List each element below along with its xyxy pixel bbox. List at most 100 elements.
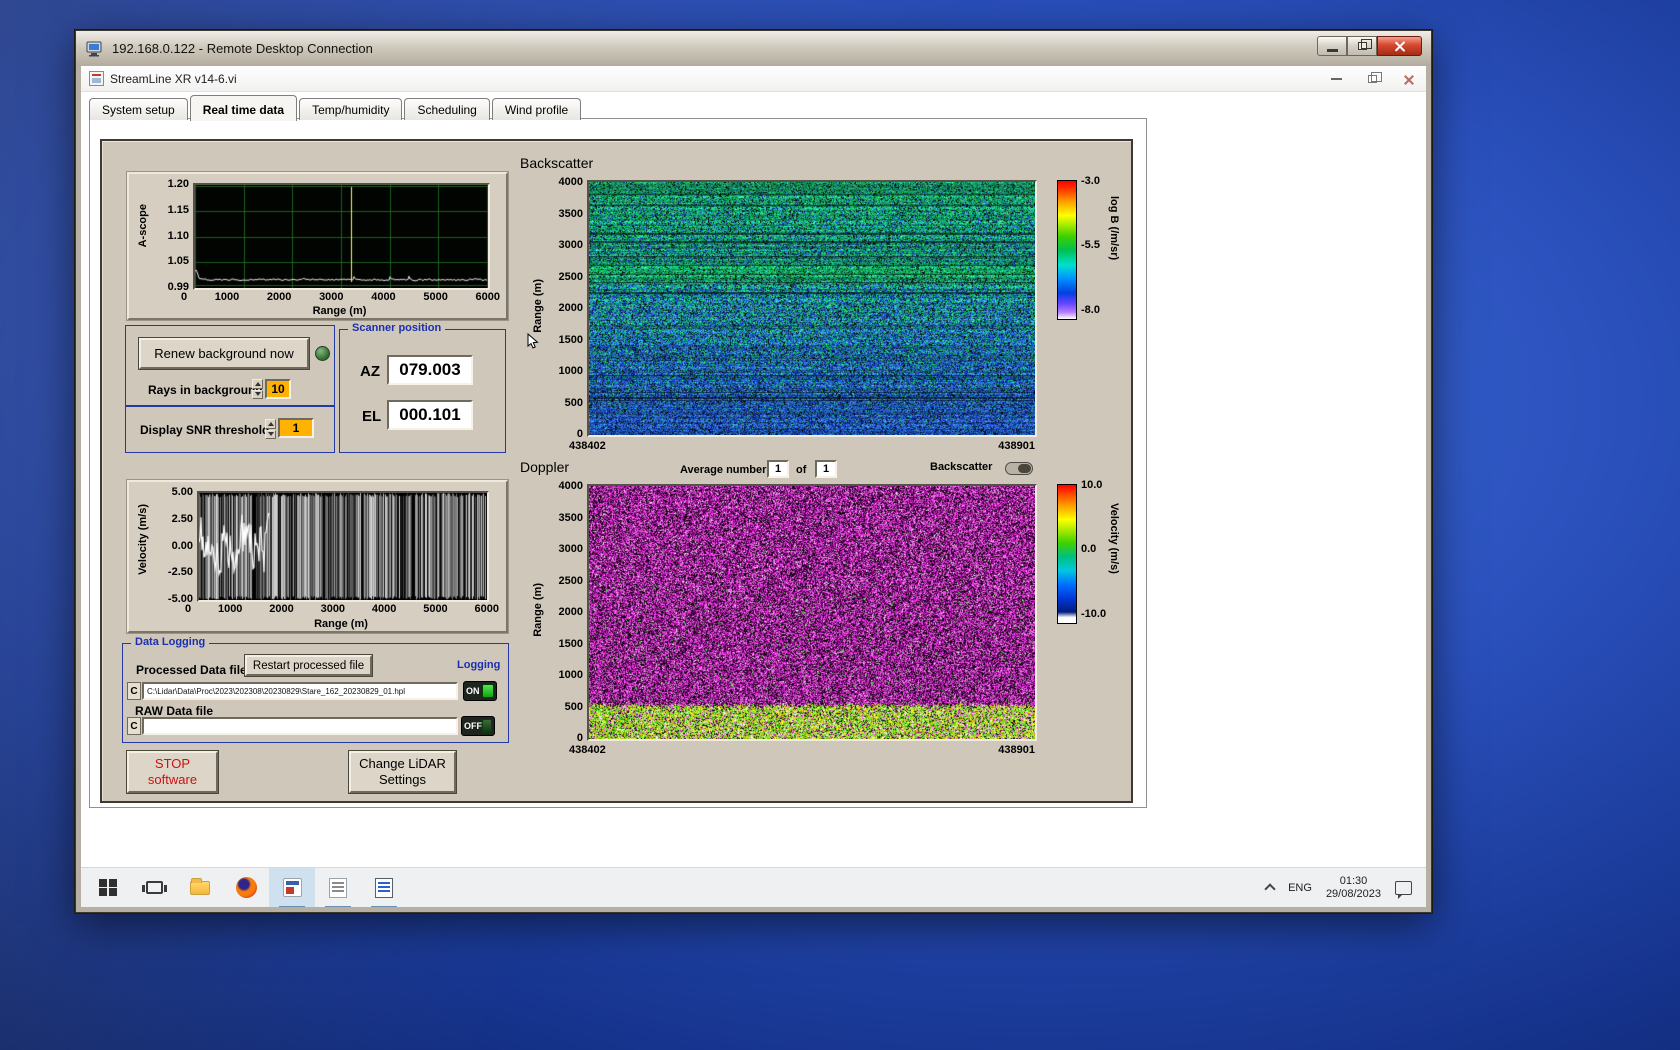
scanner-position-title: Scanner position xyxy=(348,322,445,334)
rdp-close-button[interactable] xyxy=(1377,36,1422,56)
ascope-y-axis: 1.20 1.15 1.10 1.05 0.99 xyxy=(155,179,189,293)
velocity-x-tick: 2000 xyxy=(269,604,293,615)
tab-temp-humidity[interactable]: Temp/humidity xyxy=(299,98,402,120)
doppler-y-tick: 500 xyxy=(565,702,583,713)
ascope-x-tick: 1000 xyxy=(215,292,239,303)
scan-scheduler-taskbar-button[interactable] xyxy=(315,868,361,908)
velocity-x-tick: 0 xyxy=(185,604,191,615)
toggle-knob xyxy=(482,719,492,733)
elevation-label: EL xyxy=(362,408,381,425)
backscatter-colorbar-tick: -8.0 xyxy=(1081,305,1100,316)
average-number-field[interactable]: 1 xyxy=(767,460,789,478)
system-tray: ENG 01:30 29/08/2023 xyxy=(1266,875,1422,901)
snr-value-field[interactable]: 1 xyxy=(278,418,314,438)
backscatter-y-axis: 4000 3500 3000 2500 2000 1500 1000 500 0 xyxy=(543,177,583,440)
vi-file-icon xyxy=(89,71,104,86)
renew-background-button[interactable]: Renew background now xyxy=(139,338,309,369)
rdp-window: 192.168.0.122 - Remote Desktop Connectio… xyxy=(75,30,1432,913)
velocity-y-axis-label: Velocity (m/s) xyxy=(137,504,149,575)
tab-real-time-data[interactable]: Real time data xyxy=(190,95,297,121)
hidden-icons-chevron-icon[interactable] xyxy=(1264,883,1275,894)
language-indicator[interactable]: ENG xyxy=(1288,882,1312,894)
doppler-x-end: 438901 xyxy=(962,745,1035,756)
taskbar: ENG 01:30 29/08/2023 xyxy=(81,867,1426,907)
firefox-button[interactable] xyxy=(223,868,269,908)
processed-path-field[interactable]: C:\Lidar\Data\Proc\2023\202308\20230829\… xyxy=(142,682,458,700)
tab-wind-profile[interactable]: Wind profile xyxy=(492,98,581,120)
mouse-cursor xyxy=(527,333,540,350)
velocity-y-axis: 5.00 2.50 0.00 -2.50 -5.00 xyxy=(153,487,193,605)
stop-software-button[interactable]: STOP software xyxy=(127,751,218,793)
ascope-x-axis-label: Range (m) xyxy=(193,305,486,317)
app-title: StreamLine XR v14-6.vi xyxy=(110,72,237,86)
ascope-y-tick: 1.05 xyxy=(168,256,189,267)
app-minimize-button[interactable] xyxy=(1331,78,1342,80)
rdp-minimize-button[interactable] xyxy=(1317,36,1347,56)
renew-status-led-icon xyxy=(315,346,330,361)
file-explorer-button[interactable] xyxy=(177,868,223,908)
data-logging-box: Data Logging Processed Data file Restart… xyxy=(122,643,509,743)
ascope-x-tick: 0 xyxy=(181,292,187,303)
backscatter-x-end: 438901 xyxy=(962,441,1035,452)
backscatter-y-tick: 2500 xyxy=(559,272,583,283)
snr-threshold-label: Display SNR threshold xyxy=(140,423,269,437)
elevation-value-field[interactable]: 000.101 xyxy=(387,400,473,430)
app-restore-button[interactable] xyxy=(1368,75,1377,83)
taskbar-time: 01:30 xyxy=(1340,875,1368,888)
toggle-on-label: ON xyxy=(466,686,480,696)
backscatter-title: Backscatter xyxy=(520,155,593,171)
remote-desktop-area: StreamLine XR v14-6.vi System setup Real… xyxy=(81,66,1426,907)
rays-value-field[interactable]: 10 xyxy=(265,379,291,399)
log-viewer-taskbar-button[interactable] xyxy=(361,868,407,908)
spinner-down-icon[interactable] xyxy=(252,390,263,400)
velocity-x-tick: 1000 xyxy=(218,604,242,615)
app-titlebar: StreamLine XR v14-6.vi xyxy=(81,66,1426,92)
spinner-up-icon[interactable] xyxy=(252,379,263,389)
raw-logging-toggle[interactable]: OFF xyxy=(461,716,495,736)
backscatter-y-tick: 1000 xyxy=(559,366,583,377)
average-total-field[interactable]: 1 xyxy=(815,460,837,478)
doppler-plot-canvas xyxy=(589,486,1035,739)
raw-drive-button[interactable]: C xyxy=(127,717,141,735)
backscatter-plot xyxy=(587,180,1037,437)
folder-icon xyxy=(190,881,210,895)
rays-spinner[interactable] xyxy=(252,379,263,399)
doppler-colorbar-tick: 10.0 xyxy=(1081,480,1102,491)
notification-center-icon[interactable] xyxy=(1395,881,1412,895)
task-view-button[interactable] xyxy=(131,868,177,908)
app-close-button[interactable] xyxy=(1403,74,1414,85)
list-document-icon xyxy=(375,878,393,898)
data-logging-title: Data Logging xyxy=(131,636,209,648)
backscatter-y-tick: 2000 xyxy=(559,303,583,314)
doppler-plot xyxy=(587,484,1037,741)
raw-path-field[interactable] xyxy=(142,717,458,735)
spinner-down-icon[interactable] xyxy=(265,430,276,440)
start-button[interactable] xyxy=(85,868,131,908)
streamline-app-taskbar-button[interactable] xyxy=(269,868,315,908)
spinner-up-icon[interactable] xyxy=(265,419,276,429)
backscatter-colorbar-tick: -3.0 xyxy=(1081,176,1100,187)
change-lidar-settings-button[interactable]: Change LiDAR Settings xyxy=(349,751,456,793)
snr-spinner[interactable] xyxy=(265,419,276,439)
tab-system-setup[interactable]: System setup xyxy=(89,98,188,120)
streamline-app-icon xyxy=(283,878,302,897)
tab-scheduling[interactable]: Scheduling xyxy=(404,98,489,120)
azimuth-value-field[interactable]: 079.003 xyxy=(387,355,473,385)
ascope-y-tick: 1.20 xyxy=(168,179,189,190)
backscatter-x-start: 438402 xyxy=(569,441,606,452)
doppler-backscatter-toggle[interactable] xyxy=(1005,462,1033,475)
stop-button-line2: software xyxy=(148,772,197,788)
restart-processed-file-button[interactable]: Restart processed file xyxy=(245,655,372,676)
tab-bar: System setup Real time data Temp/humidit… xyxy=(89,93,583,119)
taskbar-clock[interactable]: 01:30 29/08/2023 xyxy=(1326,875,1381,901)
windows-logo-icon xyxy=(99,879,117,897)
processed-logging-toggle[interactable]: ON xyxy=(463,681,497,701)
toggle-off-label: OFF xyxy=(464,721,482,731)
of-label: of xyxy=(796,464,806,476)
ascope-x-tick: 2000 xyxy=(267,292,291,303)
processed-drive-button[interactable]: C xyxy=(127,682,141,700)
minimize-icon xyxy=(1327,49,1338,52)
rdp-maximize-button[interactable] xyxy=(1347,36,1377,56)
real-time-data-page: A-scope 1.20 1.15 1.10 1.05 0.99 0 1000 … xyxy=(89,118,1147,808)
velocity-x-axis-label: Range (m) xyxy=(197,618,485,630)
